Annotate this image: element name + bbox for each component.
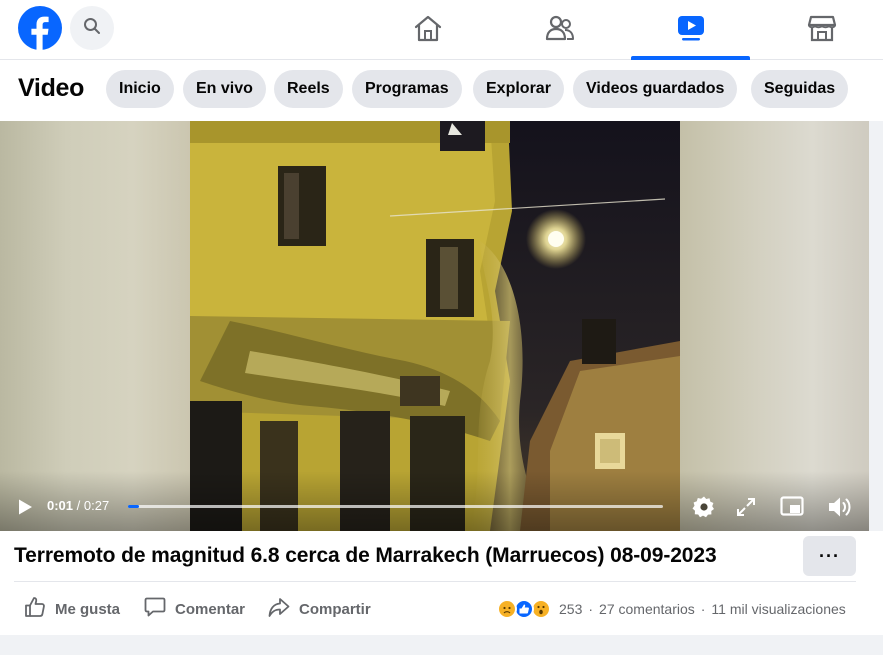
time-separator: / [73, 498, 84, 513]
play-icon[interactable] [17, 498, 33, 521]
video-icon [677, 14, 705, 47]
video-frame [190, 121, 680, 531]
page-title: Video [18, 74, 85, 102]
friends-icon [545, 15, 575, 46]
stat-separator: · [588, 601, 594, 617]
search-button[interactable] [70, 6, 114, 50]
marketplace-icon [807, 14, 837, 47]
post-stats: 253 · 27 comentarios · 11 mil visualizacione… [559, 601, 846, 617]
comment-label: Comentar [175, 600, 246, 618]
reactions-summary[interactable] [497, 597, 551, 621]
comment-icon [144, 596, 166, 622]
video-player[interactable]: 0:01 / 0:27 [0, 121, 869, 531]
duration: 0:27 [83, 498, 110, 513]
progress-fill [128, 505, 139, 508]
chip-en-vivo[interactable]: En vivo [183, 70, 266, 108]
search-icon [83, 17, 101, 40]
top-navigation-bar [0, 0, 883, 60]
fullscreen-icon[interactable] [736, 497, 756, 522]
current-time: 0:01 [47, 498, 74, 513]
share-button[interactable]: Compartir [268, 594, 371, 624]
time-display: 0:01 / 0:27 [47, 498, 109, 513]
sad-reaction-icon [497, 599, 517, 619]
settings-icon[interactable] [692, 495, 716, 524]
video-blur-left [0, 121, 190, 531]
tab-video[interactable] [631, 0, 750, 60]
share-label: Compartir [299, 600, 371, 618]
wow-reaction-icon [531, 599, 551, 619]
like-button[interactable]: Me gusta [24, 594, 120, 624]
chip-reels[interactable]: Reels [274, 70, 343, 108]
comment-button[interactable]: Comentar [144, 594, 245, 624]
comment-count[interactable]: 27 comentarios [599, 601, 695, 617]
chip-videos-guardados[interactable]: Videos guardados [573, 70, 738, 108]
video-sub-navigation: Video Inicio En vivo Reels Programas Exp… [0, 60, 883, 121]
chip-inicio[interactable]: Inicio [106, 70, 174, 108]
picture-in-picture-icon[interactable] [780, 496, 804, 523]
more-options-button[interactable]: ··· [803, 536, 856, 576]
view-count: 11 mil visualizaciones [711, 601, 846, 617]
chip-explorar[interactable]: Explorar [473, 70, 564, 108]
share-icon [268, 596, 290, 622]
facebook-logo[interactable] [18, 6, 62, 50]
video-info-panel: Terremoto de magnitud 6.8 cerca de Marra… [0, 531, 883, 635]
video-title: Terremoto de magnitud 6.8 cerca de Marra… [14, 544, 717, 567]
chip-seguidas[interactable]: Seguidas [751, 70, 849, 108]
like-label: Me gusta [55, 600, 121, 618]
stat-separator: · [700, 601, 706, 617]
thumbs-up-icon [24, 596, 46, 622]
chip-programas[interactable]: Programas [352, 70, 462, 108]
volume-icon[interactable] [827, 495, 853, 524]
like-reaction-icon [514, 599, 534, 619]
video-blur-right [680, 121, 869, 531]
tab-marketplace[interactable] [762, 0, 881, 60]
progress-bar[interactable] [128, 505, 663, 508]
home-icon [413, 14, 443, 47]
tab-home[interactable] [368, 0, 487, 60]
divider [14, 581, 856, 582]
tab-friends[interactable] [500, 0, 619, 60]
reaction-count[interactable]: 253 [559, 601, 582, 617]
